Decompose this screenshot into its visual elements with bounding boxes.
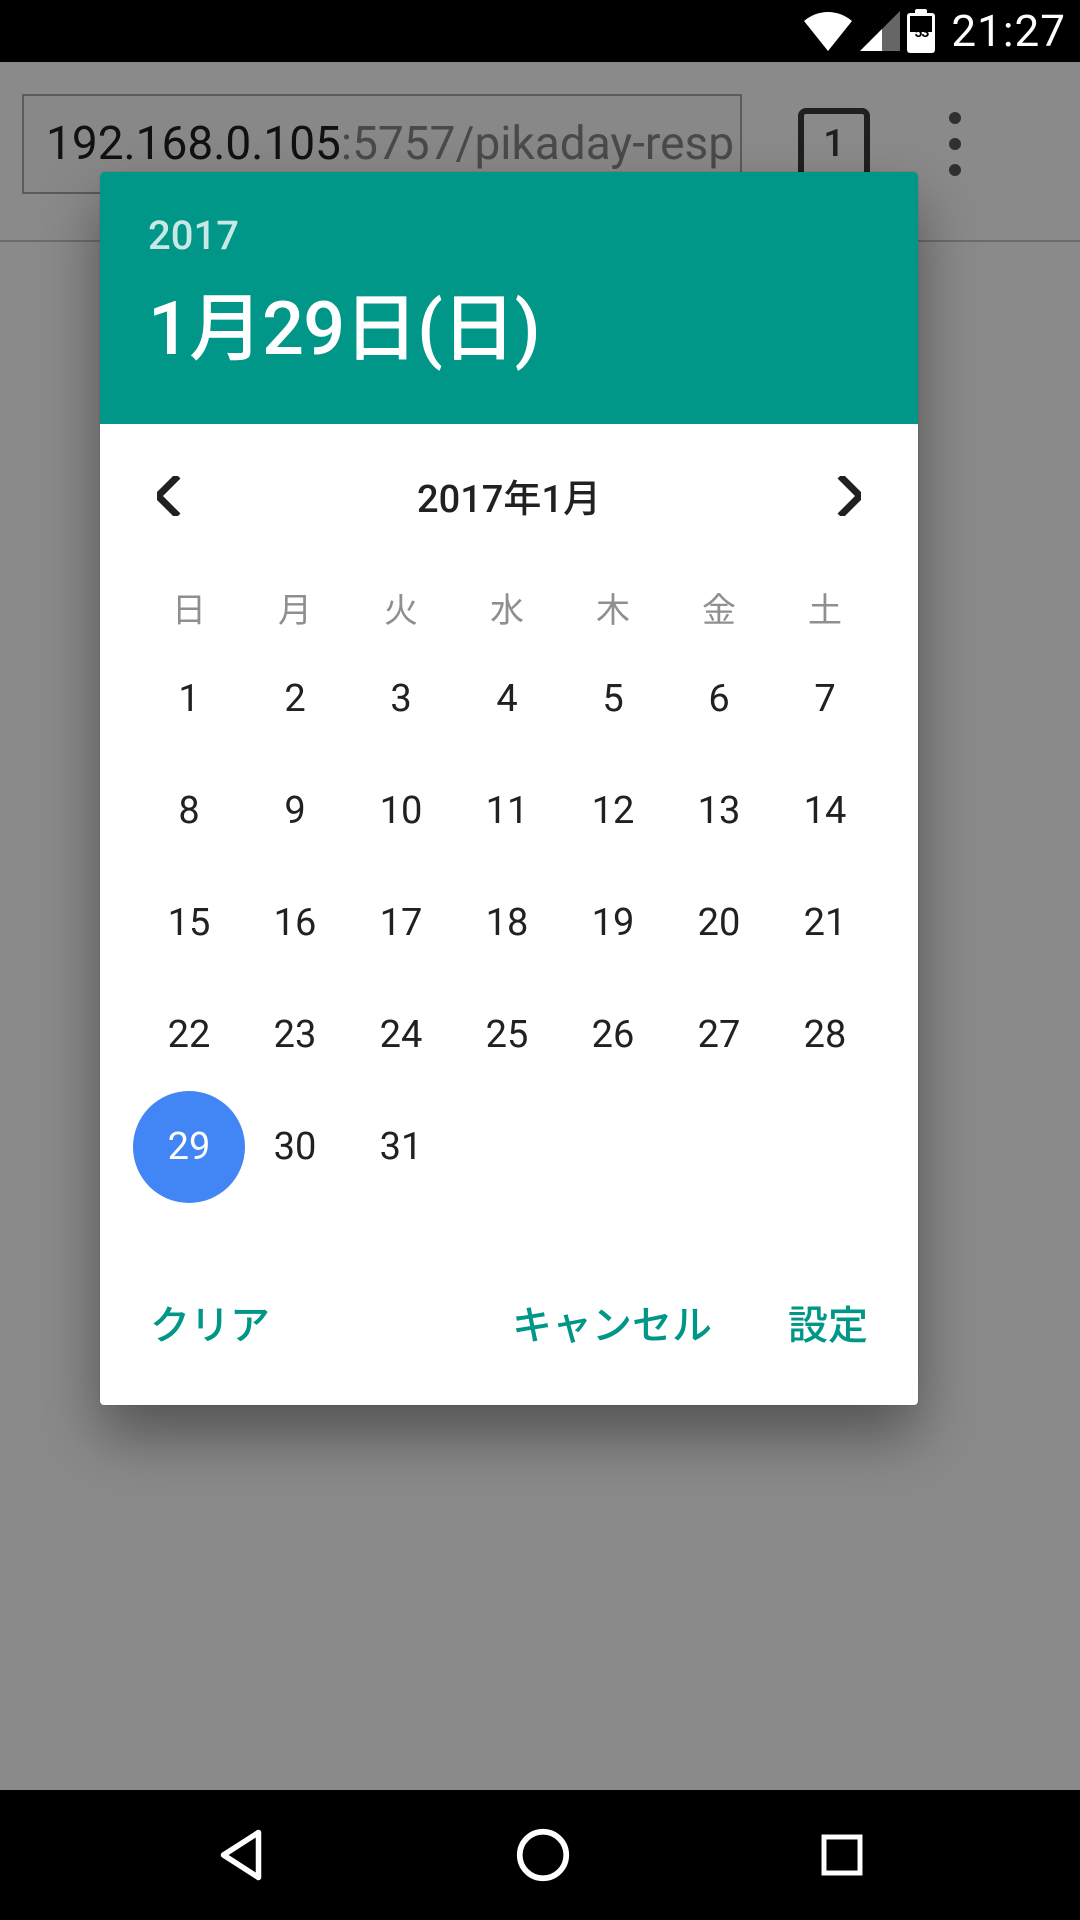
dow-cell: 日 — [136, 571, 242, 643]
week-row: 15161718192021 — [136, 867, 882, 979]
recents-button[interactable] — [815, 1828, 869, 1882]
day-cell[interactable]: 1 — [136, 643, 242, 755]
prev-month-button[interactable] — [150, 476, 190, 516]
day-cell[interactable]: 2 — [242, 643, 348, 755]
week-row: 22232425262728 — [136, 979, 882, 1091]
calendar-grid: 日月火水木金土 12345678910111213141516171819202… — [100, 543, 918, 1223]
dow-cell: 火 — [348, 571, 454, 643]
dow-cell: 木 — [560, 571, 666, 643]
day-cell[interactable]: 29 — [136, 1091, 242, 1203]
day-cell[interactable]: 21 — [772, 867, 878, 979]
battery-icon: 53 — [907, 9, 935, 53]
day-cell[interactable]: 17 — [348, 867, 454, 979]
day-cell[interactable]: 19 — [560, 867, 666, 979]
day-cell[interactable]: 8 — [136, 755, 242, 867]
date-picker-header: 2017 1月29日(日) — [100, 172, 918, 424]
android-nav-bar — [0, 1790, 1080, 1920]
day-cell[interactable]: 30 — [242, 1091, 348, 1203]
cancel-button[interactable]: キャンセル — [498, 1283, 726, 1361]
cell-signal-icon — [859, 11, 901, 51]
day-cell[interactable]: 24 — [348, 979, 454, 1091]
empty-cell — [560, 1091, 666, 1203]
day-cell[interactable]: 22 — [136, 979, 242, 1091]
day-cell[interactable]: 16 — [242, 867, 348, 979]
wifi-icon — [803, 11, 853, 51]
day-cell[interactable]: 9 — [242, 755, 348, 867]
day-cell[interactable]: 5 — [560, 643, 666, 755]
next-month-button[interactable] — [828, 476, 868, 516]
day-cell[interactable]: 11 — [454, 755, 560, 867]
month-navigator: 2017年1月 — [100, 424, 918, 543]
day-cell[interactable]: 20 — [666, 867, 772, 979]
dow-cell: 金 — [666, 571, 772, 643]
day-cell[interactable]: 18 — [454, 867, 560, 979]
clear-button[interactable]: クリア — [136, 1283, 284, 1361]
battery-percent: 53 — [914, 25, 928, 41]
dow-cell: 月 — [242, 571, 348, 643]
day-cell[interactable]: 6 — [666, 643, 772, 755]
day-of-week-row: 日月火水木金土 — [136, 571, 882, 643]
empty-cell — [772, 1091, 878, 1203]
status-bar: 53 21:27 — [0, 0, 1080, 62]
empty-cell — [454, 1091, 560, 1203]
day-cell[interactable]: 31 — [348, 1091, 454, 1203]
day-cell[interactable]: 3 — [348, 643, 454, 755]
dow-cell: 水 — [454, 571, 560, 643]
week-row: 891011121314 — [136, 755, 882, 867]
dow-cell: 土 — [772, 571, 878, 643]
week-row: 1234567 — [136, 643, 882, 755]
day-cell[interactable]: 27 — [666, 979, 772, 1091]
date-picker-dialog: 2017 1月29日(日) 2017年1月 日月火水木金土 1234567891… — [100, 172, 918, 1405]
week-row: 293031 — [136, 1091, 882, 1203]
set-button[interactable]: 設定 — [774, 1283, 882, 1361]
month-label: 2017年1月 — [417, 468, 601, 523]
day-cell[interactable]: 25 — [454, 979, 560, 1091]
header-year[interactable]: 2017 — [148, 212, 870, 259]
day-cell[interactable]: 12 — [560, 755, 666, 867]
status-clock: 21:27 — [951, 5, 1066, 57]
day-cell[interactable]: 4 — [454, 643, 560, 755]
day-cell[interactable]: 15 — [136, 867, 242, 979]
home-button[interactable] — [512, 1824, 574, 1886]
day-cell[interactable]: 7 — [772, 643, 878, 755]
day-cell[interactable]: 14 — [772, 755, 878, 867]
day-cell[interactable]: 13 — [666, 755, 772, 867]
header-date[interactable]: 1月29日(日) — [148, 269, 870, 376]
empty-cell — [666, 1091, 772, 1203]
dialog-actions: クリア キャンセル 設定 — [100, 1223, 918, 1405]
day-cell[interactable]: 23 — [242, 979, 348, 1091]
day-cell[interactable]: 10 — [348, 755, 454, 867]
day-cell[interactable]: 28 — [772, 979, 878, 1091]
day-cell[interactable]: 26 — [560, 979, 666, 1091]
back-button[interactable] — [211, 1825, 271, 1885]
